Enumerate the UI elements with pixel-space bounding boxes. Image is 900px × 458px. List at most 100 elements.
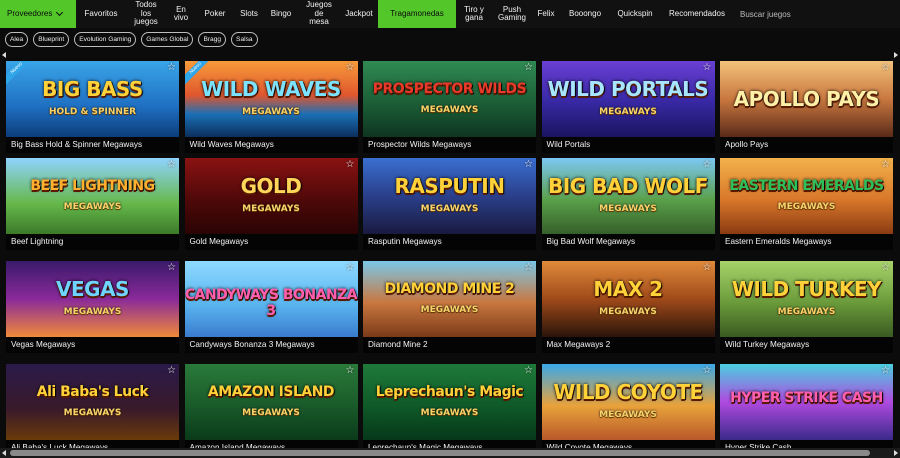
game-tile[interactable]: BIG BASS HOLD & SPINNER Nuevo Big Bass Hold…: [6, 61, 179, 153]
game-logo-text: BIG BASS: [42, 77, 143, 101]
favorite-star-icon[interactable]: ☆: [703, 63, 712, 73]
game-tile[interactable]: EASTERN EMERALDS MEGAWAYS Eastern Emeralds…: [720, 158, 893, 250]
favorite-star-icon[interactable]: ☆: [524, 160, 533, 170]
scrollbar-left-icon[interactable]: [2, 450, 6, 456]
game-tile[interactable]: PROSPECTOR WILDS MEGAWAYS Prospector Wilds…: [363, 61, 536, 153]
game-logo-subtext: MEGAWAYS: [63, 408, 122, 418]
favorite-star-icon[interactable]: ☆: [524, 63, 533, 73]
game-title: Big Bass Hold & Spinner Megaways: [6, 137, 179, 153]
game-logo-subtext: MEGAWAYS: [599, 204, 657, 214]
favorite-star-icon[interactable]: ☆: [346, 160, 355, 170]
game-tile[interactable]: APOLLO PAYS Apollo Pays ☆: [720, 61, 893, 153]
game-tile[interactable]: WILD TURKEY MEGAWAYS Wild Turkey Megaways ☆: [720, 261, 893, 353]
game-logo-text: WILD PORTALS: [547, 77, 709, 101]
favorite-star-icon[interactable]: ☆: [703, 366, 712, 376]
game-thumbnail: APOLLO PAYS: [720, 61, 893, 137]
game-thumbnail: BEEF LIGHTNING MEGAWAYS: [6, 158, 179, 234]
favorite-star-icon[interactable]: ☆: [167, 263, 176, 273]
favorite-star-icon[interactable]: ☆: [881, 366, 890, 376]
favorite-star-icon[interactable]: ☆: [167, 63, 176, 73]
game-logo-subtext: HOLD & SPINNER: [48, 107, 137, 117]
game-tile[interactable]: RASPUTIN MEGAWAYS Rasputin Megaways ☆: [363, 158, 536, 250]
game-title: Wild Portals: [541, 137, 715, 153]
game-thumbnail: CANDYWAYS BONANZA 3: [184, 261, 358, 337]
nav-item-favoritos[interactable]: Favoritos: [76, 0, 126, 28]
favorite-star-icon[interactable]: ☆: [346, 63, 355, 73]
favorite-star-icon[interactable]: ☆: [881, 263, 890, 273]
game-logo-text: CANDYWAYS BONANZA 3: [184, 287, 358, 319]
nav-item-tragamonedas[interactable]: Tragamonedas: [378, 0, 456, 28]
nav-item-proveedores[interactable]: Proveedores: [0, 0, 76, 28]
scroll-right-icon[interactable]: [894, 52, 898, 58]
chip-scroller: [0, 51, 900, 59]
favorite-star-icon[interactable]: ☆: [881, 63, 890, 73]
provider-chip[interactable]: Evolution Gaming: [74, 32, 137, 47]
game-logo-subtext: MEGAWAYS: [777, 307, 836, 317]
favorite-star-icon[interactable]: ☆: [703, 160, 712, 170]
favorite-star-icon[interactable]: ☆: [524, 366, 533, 376]
provider-chip[interactable]: Games Global: [141, 32, 194, 47]
favorite-star-icon[interactable]: ☆: [167, 366, 176, 376]
nav-item-todos-los-juegos[interactable]: Todos los juegos: [126, 0, 166, 28]
game-tile[interactable]: GOLD MEGAWAYS Gold Megaways ☆: [184, 158, 358, 250]
game-logo-text: EASTERN EMERALDS: [729, 178, 884, 194]
game-logo-text: RASPUTIN: [394, 174, 505, 198]
nav-item-label: Proveedores: [7, 8, 53, 18]
game-thumbnail: RASPUTIN MEGAWAYS: [363, 158, 536, 234]
game-logo-text: Ali Baba's Luck: [36, 384, 149, 400]
game-logo-subtext: MEGAWAYS: [420, 105, 479, 115]
nav-item-juegos-de-mesa[interactable]: Juegos de mesa: [298, 0, 340, 28]
game-tile[interactable]: Ali Baba's Luck MEGAWAYSAli Baba's Luck M…: [6, 364, 179, 456]
game-title: Wild Turkey Megaways: [720, 337, 893, 353]
game-thumbnail: DIAMOND MINE 2 MEGAWAYS: [363, 261, 536, 337]
game-tile[interactable]: MAX 2 MEGAWAYS Max Megaways 2 ☆: [541, 261, 715, 353]
nav-item-tiro-y-gana[interactable]: Tiro y gana: [456, 0, 492, 28]
scrollbar-right-icon[interactable]: [894, 450, 898, 456]
game-tile[interactable]: WILD COYOTEMEGAWAYSWild Coyote Megaways☆: [541, 364, 715, 456]
game-tile[interactable]: WILD WAVES MEGAWAYS Nuevo Wild Waves Megawa…: [184, 61, 358, 153]
nav-item-felix[interactable]: Felix: [532, 0, 560, 28]
game-logo-text: PROSPECTOR WILDS: [372, 81, 527, 97]
nav-item-label: Slots: [240, 8, 258, 18]
nav-item-slots[interactable]: Slots: [234, 0, 264, 28]
game-tile[interactable]: DIAMOND MINE 2 MEGAWAYS Diamond Mine 2 ☆: [363, 261, 536, 353]
game-title: Candyways Bonanza 3 Megaways: [184, 337, 358, 353]
favorite-star-icon[interactable]: ☆: [346, 366, 355, 376]
scroll-left-icon[interactable]: [2, 52, 6, 58]
game-logo-subtext: MEGAWAYS: [420, 305, 479, 315]
search-box[interactable]: [734, 0, 900, 28]
nav-item-jackpot[interactable]: Jackpot: [340, 0, 378, 28]
scrollbar-thumb[interactable]: [10, 450, 870, 456]
provider-chips: Alea Blueprint Evolution Gaming Games Globa…: [5, 32, 258, 47]
favorite-star-icon[interactable]: ☆: [703, 263, 712, 273]
nav-item-booongo[interactable]: Booongo: [560, 0, 610, 28]
game-tile[interactable]: BEEF LIGHTNING MEGAWAYS Beef Lightning ☆: [6, 158, 179, 250]
nav-item-en-vivo[interactable]: En vivo: [166, 0, 196, 28]
nav-item-recomendados[interactable]: Recomendados: [660, 0, 734, 28]
game-logo-subtext: MEGAWAYS: [599, 410, 657, 420]
game-tile[interactable]: CANDYWAYS BONANZA 3 Candyways Bonanza 3 M…: [184, 261, 358, 353]
game-tile[interactable]: AMAZON ISLANDMEGAWAYSAmazon Island Megaw…: [184, 364, 358, 456]
favorite-star-icon[interactable]: ☆: [346, 263, 355, 273]
game-tile[interactable]: HYPER STRIKE CASHHyper Strike Cash☆: [720, 364, 893, 456]
game-logo-text: AMAZON ISLAND: [207, 384, 335, 400]
provider-chip[interactable]: Bragg: [198, 32, 227, 47]
horizontal-scrollbar[interactable]: [0, 448, 900, 458]
nav-item-bingo[interactable]: Bingo: [264, 0, 298, 28]
game-logo-text: WILD TURKEY: [731, 277, 882, 301]
nav-item-quickspin[interactable]: Quickspin: [610, 0, 660, 28]
provider-chip[interactable]: Alea: [5, 32, 29, 47]
provider-chip[interactable]: Salsa: [231, 32, 258, 47]
nav-item-push-gaming[interactable]: Push Gaming: [492, 0, 532, 28]
game-tile[interactable]: VEGAS MEGAWAYS Vegas Megaways ☆: [6, 261, 179, 353]
game-thumbnail: Leprechaun's Magic MEGAWAYS: [363, 364, 536, 440]
game-tile[interactable]: WILD PORTALS MEGAWAYS Wild Portals ☆: [541, 61, 715, 153]
search-input[interactable]: [740, 9, 900, 19]
favorite-star-icon[interactable]: ☆: [881, 160, 890, 170]
nav-item-poker[interactable]: Poker: [196, 0, 234, 28]
game-tile[interactable]: BIG BAD WOLF MEGAWAYS Big Bad Wolf Megaway…: [541, 158, 715, 250]
favorite-star-icon[interactable]: ☆: [524, 263, 533, 273]
provider-chip[interactable]: Blueprint: [33, 32, 70, 47]
favorite-star-icon[interactable]: ☆: [167, 160, 176, 170]
game-tile[interactable]: Leprechaun's Magic MEGAWAYSLeprechaun's M…: [363, 364, 536, 456]
